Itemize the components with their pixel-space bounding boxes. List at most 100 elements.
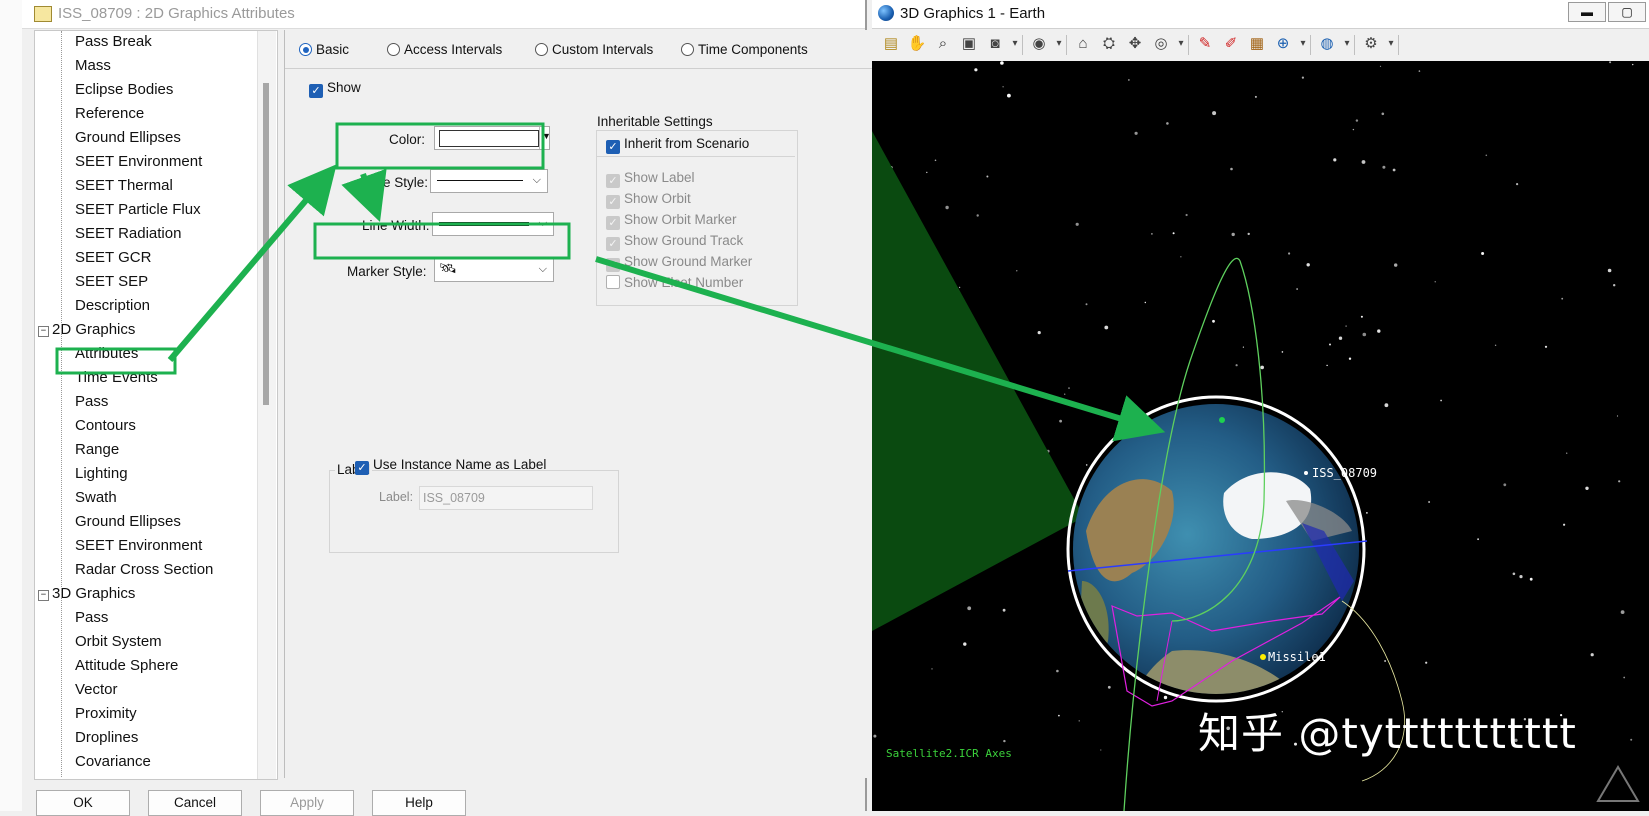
inherit-option-checkbox[interactable]: Show Elset Number (606, 275, 743, 290)
3d-scene-viewport[interactable]: ISS_08709 Missile1 Satellite2.ICR Axes (872, 61, 1649, 811)
tree-item[interactable]: Pass (75, 393, 108, 410)
use-instance-name-label: Use Instance Name as Label (373, 457, 547, 472)
tree-item[interactable]: Covariance (75, 753, 151, 770)
eye-icon[interactable]: ◉ (1028, 34, 1050, 54)
marker-style-dropdown[interactable]: 🛰 ⌵ (434, 258, 554, 282)
star (976, 214, 979, 217)
collapse-icon[interactable]: − (38, 590, 49, 601)
radio-selected-icon (299, 43, 312, 56)
label-input[interactable]: ISS_08709 (419, 486, 593, 510)
home-view-icon[interactable]: ⌂ (1072, 34, 1094, 54)
tree-item[interactable]: SEET SEP (75, 273, 148, 290)
tree-item[interactable]: Proximity (75, 705, 137, 722)
checkbox-checked-icon: ✓ (606, 258, 620, 272)
tree-item[interactable]: Attitude Sphere (75, 657, 178, 674)
tree-item[interactable]: Pass (75, 609, 108, 626)
tree-item[interactable]: SEET Environment (75, 153, 202, 170)
dropdown-icon[interactable]: ▾ (1054, 34, 1064, 54)
tree-item[interactable]: Ground Ellipses (75, 129, 181, 146)
tree-item[interactable]: Description (75, 297, 150, 314)
tree-item[interactable]: SEET Environment (75, 537, 202, 554)
radio-time-components[interactable]: Time Components (681, 42, 808, 57)
inherit-option-checkbox[interactable]: ✓ Show Label (606, 170, 695, 188)
star (1544, 345, 1548, 348)
dropdown-icon[interactable]: ▾ (1386, 34, 1396, 54)
tree-item[interactable]: SEET Radiation (75, 225, 181, 242)
scrollbar-thumb[interactable] (263, 83, 269, 405)
radio-custom-intervals[interactable]: Custom Intervals (535, 42, 653, 57)
tree-group[interactable]: −3D Graphics (38, 585, 135, 602)
ruler-icon[interactable]: ▦ (1246, 34, 1268, 54)
checkbox-checked-icon: ✓ (606, 174, 620, 188)
pan-hand-icon[interactable]: ✋ (906, 34, 928, 54)
tree-item[interactable]: Time Events (75, 369, 158, 386)
collapse-icon[interactable]: − (38, 326, 49, 337)
orient-icon[interactable]: ✥ (1124, 34, 1146, 54)
inherit-from-scenario-checkbox[interactable]: ✓ Inherit from Scenario (606, 136, 749, 154)
tree-item[interactable]: Vector (75, 681, 118, 698)
inherit-option-checkbox[interactable]: ✓ Show Orbit (606, 191, 691, 209)
tree-item[interactable]: Contours (75, 417, 136, 434)
line-style-dropdown[interactable]: ⌵ (430, 169, 548, 193)
help-button[interactable]: Help (372, 790, 466, 816)
tree-item[interactable]: Radar Cross Section (75, 561, 213, 578)
use-instance-name-checkbox[interactable]: ✓ Use Instance Name as Label (355, 457, 546, 475)
star (1007, 93, 1011, 98)
radio-basic[interactable]: Basic (299, 42, 349, 57)
star (1078, 720, 1080, 722)
inherit-option-label: Show Ground Marker (624, 254, 753, 269)
dropdown-icon[interactable]: ▾ (1342, 34, 1352, 54)
apply-button[interactable]: Apply (260, 790, 354, 816)
line-width-preview (439, 222, 529, 226)
maximize-button[interactable]: ▢ (1608, 2, 1646, 22)
dropdown-icon[interactable]: ▾ (1176, 34, 1186, 54)
ok-button[interactable]: OK (36, 790, 130, 816)
dropdown-icon[interactable]: ▾ (1010, 34, 1020, 54)
tree-item[interactable]: Range (75, 441, 119, 458)
inherit-option-checkbox[interactable]: ✓ Show Orbit Marker (606, 212, 737, 230)
tree-item[interactable]: Reference (75, 105, 144, 122)
tree-item[interactable]: Swath (75, 489, 117, 506)
tree-item[interactable]: Eclipse Bodies (75, 81, 173, 98)
cancel-button[interactable]: Cancel (148, 790, 242, 816)
show-checkbox[interactable]: ✓ Show (309, 80, 361, 98)
tree-item[interactable]: Orbit System (75, 633, 162, 650)
inherit-option-checkbox[interactable]: ✓ Show Ground Track (606, 233, 743, 251)
minimize-button[interactable]: ▬ (1568, 2, 1606, 22)
star (1134, 131, 1138, 135)
tree-item[interactable]: SEET GCR (75, 249, 151, 266)
tree-scrollbar[interactable] (257, 31, 276, 779)
radio-access-intervals-label: Access Intervals (404, 42, 503, 57)
dropdown-icon[interactable]: ▾ (1298, 34, 1308, 54)
globe-grid-icon[interactable]: ⊕ (1272, 34, 1294, 54)
star (963, 642, 967, 646)
tree-item[interactable]: Droplines (75, 729, 138, 746)
tree-item[interactable]: Lighting (75, 465, 128, 482)
binoculars-icon[interactable]: ◎ (1150, 34, 1172, 54)
zoom-icon[interactable]: ⌕ (932, 34, 954, 54)
color-picker[interactable]: ▼ (434, 126, 551, 150)
earth-icon[interactable]: ◍ (1316, 34, 1338, 54)
tree-item[interactable]: Attributes (75, 345, 138, 362)
tree-item[interactable]: Ground Ellipses (75, 513, 181, 530)
tree-item[interactable]: SEET Thermal (75, 177, 173, 194)
snapshot-icon[interactable]: ◙ (984, 34, 1006, 54)
missile-label: Missile1 (1268, 650, 1326, 664)
inherit-option-checkbox[interactable]: ✓ Show Ground Marker (606, 254, 752, 272)
view-from-icon[interactable]: ▣ (958, 34, 980, 54)
tree-group[interactable]: −2D Graphics (38, 321, 135, 338)
star (1163, 695, 1168, 700)
star (1037, 331, 1041, 335)
notes-icon[interactable]: ▤ (880, 34, 902, 54)
line-width-dropdown[interactable]: ⌵ (432, 212, 554, 236)
measure-icon[interactable]: ✐ (1220, 34, 1242, 54)
radio-access-intervals[interactable]: Access Intervals (387, 42, 502, 57)
tree-item[interactable]: SEET Particle Flux (75, 201, 201, 218)
pencil-icon[interactable]: ✎ (1194, 34, 1216, 54)
star (1107, 685, 1111, 689)
tree-item[interactable]: Pass Break (75, 33, 152, 50)
mode-radio-bar: Basic Access Intervals Custom Intervals … (285, 30, 885, 69)
view-object-icon[interactable]: ⛭ (1098, 34, 1120, 54)
settings-icon[interactable]: ⚙ (1360, 34, 1382, 54)
tree-item[interactable]: Mass (75, 57, 111, 74)
